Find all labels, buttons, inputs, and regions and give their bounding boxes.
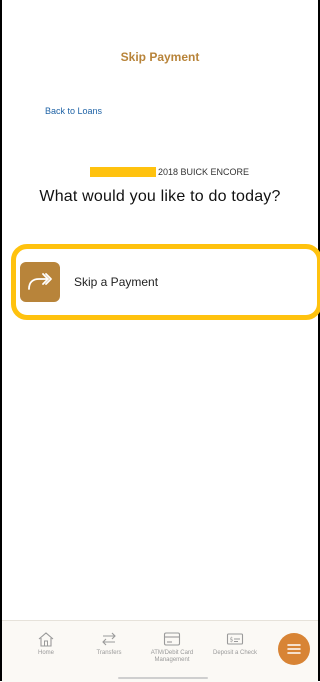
page-title: Skip Payment [120,50,200,64]
nav-transfers[interactable]: Transfers [83,631,135,657]
redacted-account-number [90,167,156,177]
home-icon [38,632,54,647]
home-indicator [118,677,208,679]
svg-text:$: $ [230,637,234,644]
skip-arrow-icon [20,262,60,302]
hamburger-icon [287,644,301,654]
nav-transfers-label: Transfers [96,650,122,656]
nav-home-label: Home [37,650,54,656]
account-line: 2018 BUICK ENCORE [90,166,249,178]
nav-card-management-label: ATM/Debit Card Management [150,650,194,663]
nav-home[interactable]: Home [20,631,72,657]
account-name: 2018 BUICK ENCORE [158,167,250,177]
check-icon: $ [226,633,244,645]
bottom-nav: Home Transfers ATM/Debit Card Management… [2,620,318,682]
transfer-icon [102,632,116,646]
skip-payment-label: Skip a Payment [74,275,159,289]
prompt-question: What would you like to do today? [39,188,281,205]
skip-payment-option[interactable]: Skip a Payment [11,244,320,320]
card-icon [163,632,181,646]
nav-deposit-check[interactable]: $ Deposit a Check [209,631,261,657]
nav-card-management[interactable]: ATM/Debit Card Management [146,631,198,664]
nav-deposit-check-label: Deposit a Check [212,650,258,656]
back-to-loans-link[interactable]: Back to Loans [45,106,102,116]
menu-button[interactable] [278,633,310,665]
